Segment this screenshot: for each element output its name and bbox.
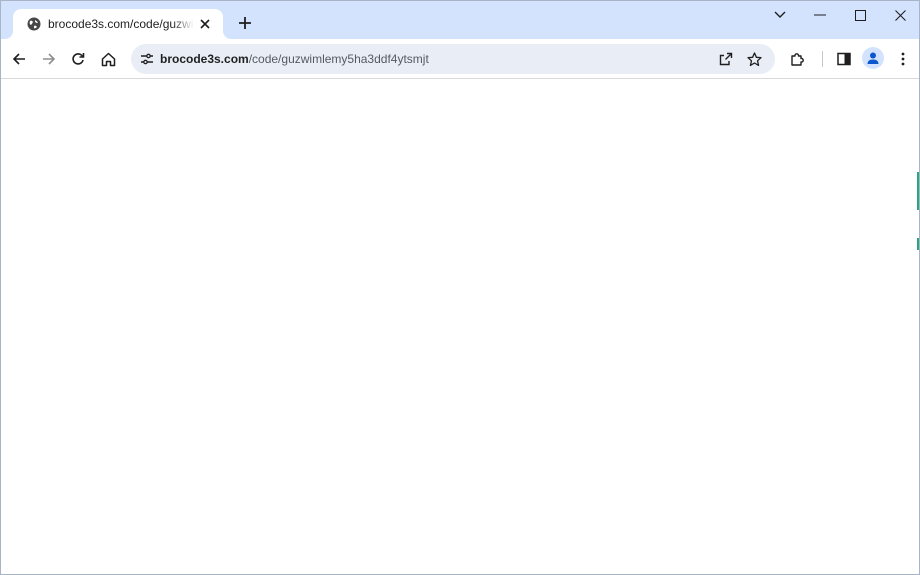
home-icon — [101, 52, 115, 66]
maximize-icon — [854, 9, 866, 21]
share-button[interactable] — [716, 49, 736, 69]
active-tab[interactable]: brocode3s.com/code/guzwimlemy5ha3ddf4yts… — [13, 9, 223, 39]
side-panel-button[interactable] — [832, 47, 856, 71]
close-icon — [200, 19, 210, 29]
chevron-down-icon — [774, 11, 786, 18]
toolbar: brocode3s.com/code/guzwimlemy5ha3ddf4yts… — [1, 39, 919, 79]
back-button[interactable] — [7, 47, 31, 71]
close-window-button[interactable] — [885, 3, 915, 27]
tab-strip: brocode3s.com/code/guzwimlemy5ha3ddf4yts… — [1, 1, 919, 39]
page-content — [1, 80, 919, 574]
side-panel-icon — [837, 52, 851, 66]
new-tab-button[interactable] — [233, 11, 257, 35]
background-window-edge — [917, 172, 919, 210]
maximize-button[interactable] — [845, 3, 875, 27]
toolbar-divider — [822, 51, 823, 67]
reload-icon — [72, 53, 85, 65]
url-host: brocode3s.com — [160, 52, 249, 66]
url-text[interactable]: brocode3s.com/code/guzwimlemy5ha3ddf4yts… — [160, 52, 429, 68]
forward-button[interactable] — [37, 47, 61, 71]
kebab-menu-icon — [901, 52, 905, 66]
tab-close-button[interactable] — [197, 16, 213, 32]
address-bar[interactable]: brocode3s.com/code/guzwimlemy5ha3ddf4yts… — [131, 44, 775, 74]
tab-search-button[interactable] — [765, 3, 795, 27]
globe-icon — [27, 17, 41, 31]
plus-icon — [239, 17, 251, 29]
back-arrow-icon — [12, 53, 25, 65]
close-icon — [894, 9, 906, 21]
extensions-button[interactable] — [786, 47, 810, 71]
share-icon — [719, 52, 733, 66]
forward-arrow-icon — [43, 53, 56, 65]
tune-icon — [141, 53, 153, 65]
minimize-button[interactable] — [805, 3, 835, 27]
star-icon — [746, 51, 762, 66]
site-info-button[interactable] — [137, 49, 157, 69]
background-window-edge — [917, 238, 919, 250]
person-icon — [867, 52, 879, 64]
tab-title: brocode3s.com/code/guzwimlemy5ha3ddf4yts… — [48, 17, 194, 31]
browser-window: brocode3s.com/code/guzwimlemy5ha3ddf4yts… — [0, 0, 920, 575]
home-button[interactable] — [96, 47, 120, 71]
reload-button[interactable] — [66, 47, 90, 71]
bookmark-button[interactable] — [744, 49, 764, 69]
url-path: /code/guzwimlemy5ha3ddf4ytsmjt — [248, 52, 429, 66]
puzzle-icon — [791, 53, 804, 66]
minimize-icon — [814, 14, 826, 16]
profile-button[interactable] — [862, 47, 884, 69]
menu-button[interactable] — [891, 47, 915, 71]
